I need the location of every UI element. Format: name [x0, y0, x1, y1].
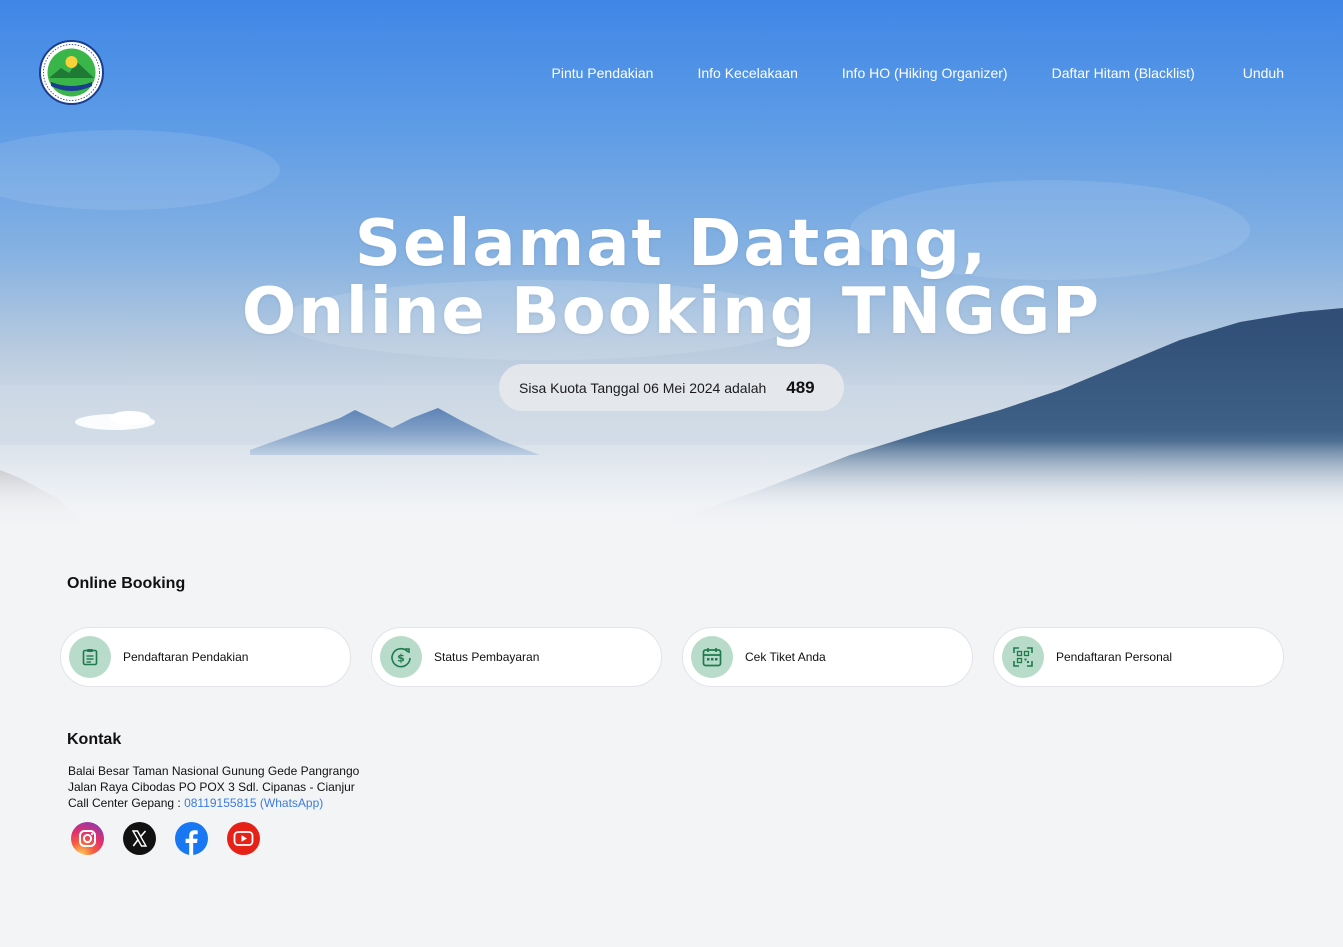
- contact-line-office: Balai Besar Taman Nasional Gunung Gede P…: [68, 764, 360, 778]
- quota-badge: Sisa Kuota Tanggal 06 Mei 2024 adalah 48…: [499, 364, 844, 411]
- pendaftaran-pendakian-button[interactable]: Pendaftaran Pendakian: [60, 627, 351, 687]
- x-twitter-icon[interactable]: [123, 822, 156, 855]
- social-links: [71, 822, 279, 855]
- dollar-cycle-icon: $: [380, 636, 422, 678]
- hero-title: Selamat Datang, Online Booking TNGGP: [0, 210, 1343, 346]
- qr-scan-icon: [1002, 636, 1044, 678]
- pendaftaran-personal-button[interactable]: Pendaftaran Personal: [993, 627, 1284, 687]
- nav-info-ho[interactable]: Info HO (Hiking Organizer): [842, 65, 1008, 81]
- facebook-icon[interactable]: [175, 822, 208, 855]
- hero-title-line2: Online Booking TNGGP: [241, 275, 1102, 349]
- contact-line-callcenter: Call Center Gepang : 08119155815 (WhatsA…: [68, 795, 359, 811]
- top-navigation: Pintu Pendakian Info Kecelakaan Info HO …: [552, 64, 1285, 82]
- clipboard-icon: [69, 636, 111, 678]
- nav-pintu-pendakian[interactable]: Pintu Pendakian: [552, 65, 654, 81]
- quota-value: 489: [786, 377, 815, 397]
- kontak-title: Kontak: [67, 731, 122, 748]
- card-label: Status Pembayaran: [434, 650, 540, 664]
- tnggp-logo[interactable]: [39, 40, 104, 105]
- calendar-icon: [691, 636, 733, 678]
- nav-daftar-hitam[interactable]: Daftar Hitam (Blacklist): [1052, 65, 1195, 81]
- youtube-icon[interactable]: [227, 822, 260, 855]
- card-label: Pendaftaran Personal: [1056, 650, 1173, 664]
- callcenter-label: Call Center Gepang :: [68, 796, 185, 810]
- contact-line-address: Jalan Raya Cibodas PO POX 3 Sdl. Cipanas…: [68, 780, 355, 794]
- booking-cards: Pendaftaran Pendakian $ Status Pembayara…: [60, 627, 1284, 687]
- cek-tiket-button[interactable]: Cek Tiket Anda: [682, 627, 973, 687]
- hero-fade: [0, 441, 1343, 531]
- whatsapp-link[interactable]: 08119155815 (WhatsApp): [184, 796, 323, 810]
- quota-text: Sisa Kuota Tanggal 06 Mei 2024 adalah: [519, 379, 767, 396]
- instagram-icon[interactable]: [71, 822, 104, 855]
- online-booking-title: Online Booking: [67, 575, 186, 592]
- card-label: Pendaftaran Pendakian: [123, 650, 249, 664]
- status-pembayaran-button[interactable]: $ Status Pembayaran: [371, 627, 662, 687]
- nav-unduh[interactable]: Unduh: [1243, 65, 1284, 81]
- hero-title-line1: Selamat Datang,: [354, 207, 989, 281]
- nav-info-kecelakaan[interactable]: Info Kecelakaan: [697, 65, 797, 81]
- contact-info: Balai Besar Taman Nasional Gunung Gede P…: [68, 763, 359, 811]
- card-label: Cek Tiket Anda: [745, 650, 826, 664]
- svg-text:$: $: [397, 652, 405, 665]
